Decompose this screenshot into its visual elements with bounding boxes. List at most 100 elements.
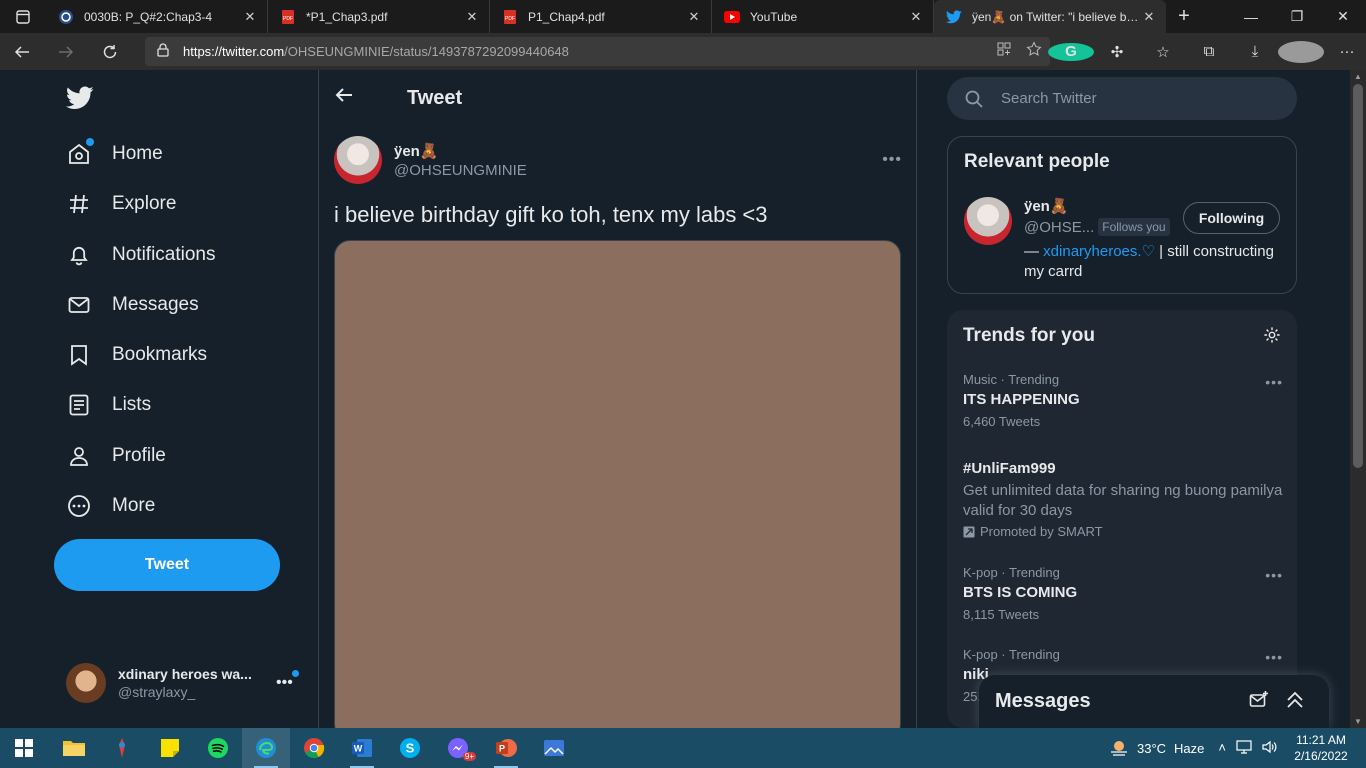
- sidebar-item-home[interactable]: Home: [54, 129, 175, 179]
- browser-tab-moodle[interactable]: 0030B: P_Q#2:Chap3-4 ✕: [46, 0, 268, 33]
- sidebar-item-label: Profile: [112, 445, 166, 466]
- url-field[interactable]: https://twitter.com/OHSEUNGMINIE/status/…: [145, 37, 1050, 66]
- browser-tab-twitter[interactable]: ÿen🧸 on Twitter: "i believe birthday gif…: [934, 0, 1166, 33]
- scroll-up-icon[interactable]: ▲: [1354, 72, 1362, 81]
- forward-button[interactable]: [44, 33, 88, 70]
- sidebar-item-lists[interactable]: Lists: [54, 380, 163, 430]
- sidebar-item-profile[interactable]: Profile: [54, 431, 178, 481]
- new-message-icon[interactable]: [1249, 690, 1269, 715]
- trend-name: #UnliFam999: [963, 460, 1056, 477]
- messenger-button[interactable]: 9+: [434, 728, 482, 768]
- more-horizontal-icon[interactable]: •••: [1265, 649, 1283, 665]
- follows-you-badge: Follows you: [1098, 218, 1170, 236]
- app-available-icon[interactable]: [996, 41, 1012, 60]
- collections-icon[interactable]: ⧉: [1186, 43, 1232, 60]
- sticky-notes-button[interactable]: [146, 728, 194, 768]
- app-icon: [119, 738, 125, 758]
- edge-button[interactable]: [242, 728, 290, 768]
- profile-button[interactable]: [1278, 40, 1324, 63]
- page-scrollbar[interactable]: ▲ ▼: [1350, 70, 1366, 728]
- sidebar-item-label: Home: [112, 143, 163, 164]
- sidebar-item-notifications[interactable]: Notifications: [54, 230, 228, 280]
- svg-text:PDF: PDF: [505, 16, 515, 22]
- lock-icon[interactable]: [157, 43, 169, 60]
- close-window-icon[interactable]: ✕: [1320, 0, 1366, 33]
- file-explorer-button[interactable]: [50, 728, 98, 768]
- close-tab-icon[interactable]: ✕: [685, 9, 703, 25]
- browser-tab-youtube[interactable]: YouTube ✕: [712, 0, 934, 33]
- extensions-icon[interactable]: ✣: [1094, 43, 1140, 61]
- refresh-button[interactable]: [88, 33, 132, 70]
- refresh-icon: [103, 44, 117, 58]
- more-horizontal-icon[interactable]: •••: [1265, 567, 1283, 583]
- skype-button[interactable]: S: [386, 728, 434, 768]
- arrow-left-icon: [14, 45, 29, 58]
- bio-link[interactable]: xdinaryheroes.♡: [1043, 243, 1155, 260]
- trend-context: K-pop · Trending: [963, 647, 1060, 662]
- photos-button[interactable]: [530, 728, 578, 768]
- avatar[interactable]: [334, 136, 382, 184]
- chevron-up-icon[interactable]: ˄: [1218, 740, 1226, 757]
- relevant-people-panel: Relevant people ÿen🧸 @OHSE... Follows yo…: [947, 136, 1297, 294]
- start-button[interactable]: [0, 728, 48, 768]
- close-tab-icon[interactable]: ✕: [1140, 9, 1158, 25]
- chevron-up-double-icon[interactable]: [1285, 690, 1305, 715]
- search-input[interactable]: [1001, 90, 1281, 107]
- restore-icon[interactable]: ❐: [1274, 0, 1320, 33]
- settings-more-icon[interactable]: ···: [1324, 43, 1366, 60]
- account-handle: @straylaxy_: [118, 684, 196, 700]
- sidebar-item-more[interactable]: More: [54, 481, 167, 531]
- drawer-title: Messages: [995, 690, 1091, 712]
- grammarly-extension-button[interactable]: G: [1048, 42, 1094, 61]
- close-tab-icon[interactable]: ✕: [907, 9, 925, 25]
- app-button[interactable]: [98, 728, 146, 768]
- browser-tab-pdf-chap4[interactable]: PDF P1_Chap4.pdf ✕: [490, 0, 712, 33]
- browser-tab-pdf-chap3[interactable]: PDF *P1_Chap3.pdf ✕: [268, 0, 490, 33]
- trend-item[interactable]: Music · Trending ITS HAPPENING 6,460 Twe…: [963, 372, 1283, 429]
- windows-logo-icon: [15, 739, 33, 757]
- tweet-button[interactable]: Tweet: [54, 539, 280, 591]
- weather-widget[interactable]: 33°C Haze: [1109, 739, 1204, 757]
- favorites-icon[interactable]: ☆: [1140, 43, 1186, 61]
- volume-icon[interactable]: [1262, 740, 1278, 757]
- tweet-media[interactable]: [334, 240, 901, 740]
- account-switcher[interactable]: xdinary heroes wa... @straylaxy_ •••: [54, 652, 304, 714]
- network-icon[interactable]: [1236, 739, 1252, 757]
- person-name[interactable]: ÿen🧸: [1024, 197, 1069, 215]
- more-horizontal-icon[interactable]: •••: [1265, 374, 1283, 390]
- word-button[interactable]: W: [338, 728, 386, 768]
- downloads-icon[interactable]: ⤓: [1232, 43, 1278, 60]
- scrollbar-thumb[interactable]: [1353, 84, 1363, 468]
- new-tab-button[interactable]: +: [1166, 0, 1202, 33]
- tab-actions-button[interactable]: [0, 0, 46, 33]
- messages-drawer[interactable]: Messages: [979, 675, 1329, 728]
- avatar: [1278, 40, 1324, 63]
- avatar[interactable]: [964, 197, 1012, 245]
- scroll-down-icon[interactable]: ▼: [1354, 717, 1362, 726]
- close-tab-icon[interactable]: ✕: [241, 9, 259, 25]
- powerpoint-button[interactable]: P: [482, 728, 530, 768]
- more-horizontal-icon[interactable]: •••: [276, 670, 299, 692]
- home-icon: [66, 138, 94, 167]
- skype-icon: S: [400, 738, 420, 758]
- following-button[interactable]: Following: [1183, 202, 1280, 234]
- gear-icon[interactable]: [1263, 326, 1281, 349]
- sidebar-item-explore[interactable]: Explore: [54, 179, 188, 229]
- trend-item-promoted[interactable]: #UnliFam999 Get unlimited data for shari…: [963, 456, 1283, 539]
- trend-item[interactable]: K-pop · Trending BTS IS COMING 8,115 Twe…: [963, 565, 1283, 622]
- author-name[interactable]: ÿen🧸: [394, 142, 527, 160]
- system-clock[interactable]: 11:21 AM 2/16/2022: [1290, 732, 1352, 764]
- youtube-icon: [724, 9, 740, 25]
- sidebar-item-bookmarks[interactable]: Bookmarks: [54, 330, 219, 380]
- back-arrow-icon[interactable]: [335, 86, 359, 110]
- sidebar-item-messages[interactable]: Messages: [54, 280, 211, 330]
- spotify-button[interactable]: [194, 728, 242, 768]
- back-button[interactable]: [0, 33, 44, 70]
- author-handle[interactable]: @OHSEUNGMINIE: [394, 162, 527, 179]
- minimize-icon[interactable]: —: [1228, 0, 1274, 33]
- close-tab-icon[interactable]: ✕: [463, 9, 481, 25]
- twitter-logo-icon[interactable]: [65, 86, 94, 115]
- add-favorite-icon[interactable]: [1026, 41, 1042, 60]
- more-horizontal-icon[interactable]: •••: [882, 151, 902, 169]
- chrome-button[interactable]: [290, 728, 338, 768]
